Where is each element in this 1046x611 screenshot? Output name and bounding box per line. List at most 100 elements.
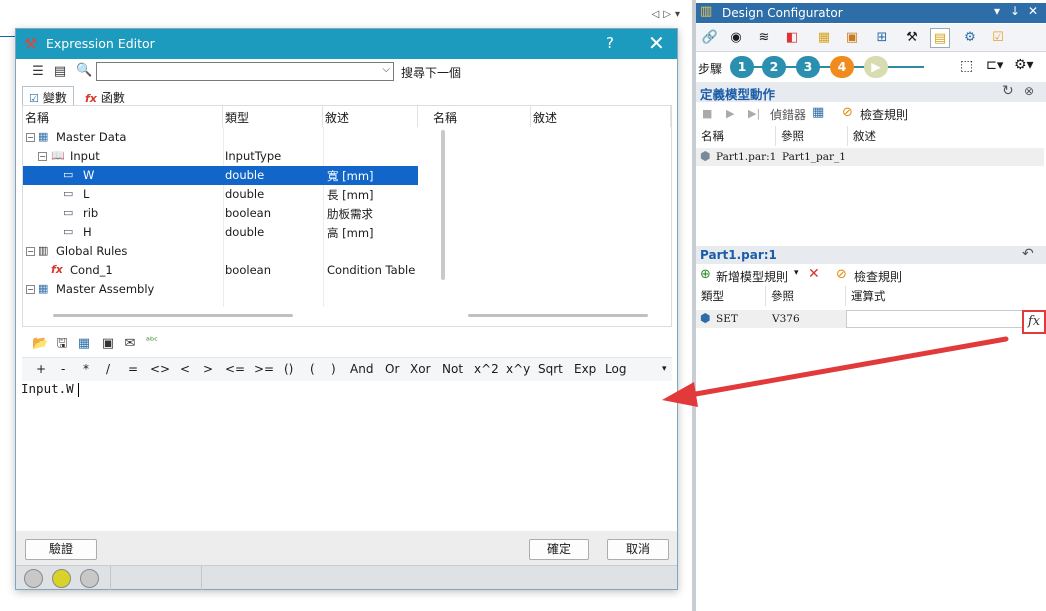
add-model-rule-button[interactable]: 新增模型規則: [716, 268, 788, 285]
ok-button[interactable]: 確定: [529, 539, 589, 560]
overflow-chevron-icon[interactable]: ▾: [662, 364, 667, 374]
operator-button[interactable]: (): [284, 362, 293, 376]
debugger-button[interactable]: 偵錯器: [770, 106, 806, 123]
operator-button[interactable]: <=: [225, 362, 245, 376]
step-next-button[interactable]: ▶: [864, 56, 888, 78]
calculator-icon[interactable]: ▦: [812, 105, 824, 120]
operator-button[interactable]: >: [203, 362, 213, 376]
tree-row-l[interactable]: ▭ L double 長 [mm]: [23, 185, 418, 204]
detail-view-icon[interactable]: ▤: [52, 64, 68, 80]
operator-button[interactable]: (: [310, 362, 315, 376]
check-rules-button[interactable]: 檢查規則: [854, 268, 902, 285]
tree-row-input[interactable]: − 📖 Input InputType: [23, 147, 418, 166]
component-icon[interactable]: ⬚: [960, 58, 973, 74]
insert-variable-icon[interactable]: ▣: [100, 336, 116, 352]
delete-icon[interactable]: ✕: [808, 266, 820, 282]
tab-functions[interactable]: fx 函數: [78, 86, 132, 105]
chevron-down-icon[interactable]: ⌵: [382, 64, 390, 75]
collapse-section-icon[interactable]: ⊗: [1024, 84, 1034, 98]
gear-icon[interactable]: ⚙▾: [1014, 57, 1034, 73]
operator-button[interactable]: x^2: [474, 362, 499, 376]
cancel-button[interactable]: 取消: [607, 539, 669, 560]
search-next-button[interactable]: 搜尋下一個: [401, 64, 461, 81]
tree-row-rib[interactable]: ▭ rib boolean 肋板需求: [23, 204, 418, 223]
side-horizontal-scrollbar[interactable]: [468, 314, 648, 317]
column-header-reference[interactable]: 參照: [776, 126, 848, 146]
operator-button[interactable]: Sqrt: [538, 362, 563, 376]
operator-button[interactable]: <: [180, 362, 190, 376]
play-icon[interactable]: ▶: [726, 107, 734, 120]
tree-row-cond-1[interactable]: fx Cond_1 boolean Condition Table w: [23, 261, 418, 280]
search-input[interactable]: [97, 63, 377, 80]
expression-textarea[interactable]: Input.W: [20, 381, 672, 531]
tools-icon[interactable]: ⚒: [902, 28, 922, 48]
operator-button[interactable]: -: [61, 362, 65, 376]
expression-editor-titlebar[interactable]: ⚒ Expression Editor ? ✕: [16, 29, 677, 59]
operator-button[interactable]: Xor: [410, 362, 431, 376]
host-scroll-arrows[interactable]: ◁▷▾: [652, 9, 684, 20]
column-header-name[interactable]: 名稱: [696, 126, 776, 146]
column-header-description[interactable]: 敘述: [323, 106, 418, 127]
pin-button[interactable]: ↓: [1010, 4, 1020, 18]
table-row[interactable]: ⬢ Part1.par:1 Part1_par_1: [696, 148, 1044, 166]
collapse-toggle[interactable]: −: [26, 133, 35, 142]
box-icon[interactable]: ▣: [842, 28, 862, 48]
check-rules-button[interactable]: 檢查規則: [860, 106, 908, 123]
operator-button[interactable]: =: [128, 362, 138, 376]
side-column-header-name[interactable]: 名稱: [431, 106, 531, 127]
tree-horizontal-scrollbar[interactable]: [53, 314, 293, 317]
chart-icon[interactable]: ◧: [782, 28, 802, 48]
model-rules-icon[interactable]: ▤: [930, 28, 950, 48]
collapse-toggle[interactable]: −: [26, 247, 35, 256]
network-icon[interactable]: ⊞: [872, 28, 892, 48]
tree-vertical-scrollbar[interactable]: [441, 130, 445, 280]
operator-button[interactable]: And: [350, 362, 373, 376]
operator-button[interactable]: *: [83, 362, 89, 376]
settings-panel-icon[interactable]: ⚙: [960, 28, 980, 48]
layers-icon[interactable]: ≋: [754, 28, 774, 48]
column-header-type[interactable]: 類型: [223, 106, 323, 127]
operator-button[interactable]: Log: [605, 362, 626, 376]
fx-expression-button[interactable]: fx: [1022, 310, 1046, 334]
operator-button[interactable]: <>: [150, 362, 170, 376]
column-header-reference[interactable]: 參照: [766, 286, 846, 306]
column-header-description[interactable]: 敘述: [848, 126, 1044, 146]
operator-button[interactable]: /: [106, 362, 110, 376]
verify-button[interactable]: 驗證: [25, 539, 97, 560]
step-forward-icon[interactable]: ▶|: [748, 107, 760, 120]
side-column-header-description[interactable]: 敘述: [531, 106, 671, 127]
column-header-name[interactable]: 名稱: [23, 106, 223, 127]
link-icon[interactable]: 🔗: [700, 28, 720, 48]
search-icon[interactable]: 🔍: [76, 63, 92, 79]
refresh-icon[interactable]: ↻: [1002, 83, 1014, 99]
step-1-button[interactable]: 1: [730, 56, 754, 78]
close-button[interactable]: ✕: [648, 31, 665, 55]
column-header-type[interactable]: 類型: [696, 286, 766, 306]
tree-row-global-rules[interactable]: − ▥ Global Rules: [23, 242, 418, 261]
grid-icon[interactable]: ▦: [814, 28, 834, 48]
tab-variables[interactable]: ☑ 變數: [22, 86, 74, 105]
collapse-toggle[interactable]: −: [38, 152, 47, 161]
step-3-button[interactable]: 3: [796, 56, 820, 78]
checklist-icon[interactable]: ☑: [988, 28, 1008, 48]
spell-check-icon[interactable]: ᵃᵇᶜ: [144, 334, 160, 350]
operator-button[interactable]: Exp: [574, 362, 596, 376]
operator-button[interactable]: x^y: [506, 362, 530, 376]
tree-row-master-assembly[interactable]: − ▦ Master Assembly: [23, 280, 418, 299]
expression-cell[interactable]: [846, 310, 1044, 328]
operator-button[interactable]: >=: [254, 362, 274, 376]
open-folder-icon[interactable]: 📂: [32, 336, 48, 352]
column-header-expression[interactable]: 運算式: [846, 286, 1044, 306]
tree-row-h[interactable]: ▭ H double 高 [mm]: [23, 223, 418, 242]
tree-row-master-data[interactable]: − ▦ Master Data: [23, 128, 418, 147]
search-combobox[interactable]: ⌵: [96, 62, 394, 81]
operator-button[interactable]: +: [36, 362, 46, 376]
panel-menu-button[interactable]: ▾: [994, 4, 1000, 18]
chevron-down-icon[interactable]: ▾: [794, 268, 799, 278]
operator-button[interactable]: Or: [385, 362, 399, 376]
table-row[interactable]: ⬢ SET V376: [696, 310, 846, 328]
hierarchy-icon[interactable]: ⊏▾: [986, 58, 1003, 73]
dashboard-icon[interactable]: ◉: [726, 28, 746, 48]
panel-close-button[interactable]: ✕: [1028, 4, 1038, 18]
collapse-toggle[interactable]: −: [26, 285, 35, 294]
